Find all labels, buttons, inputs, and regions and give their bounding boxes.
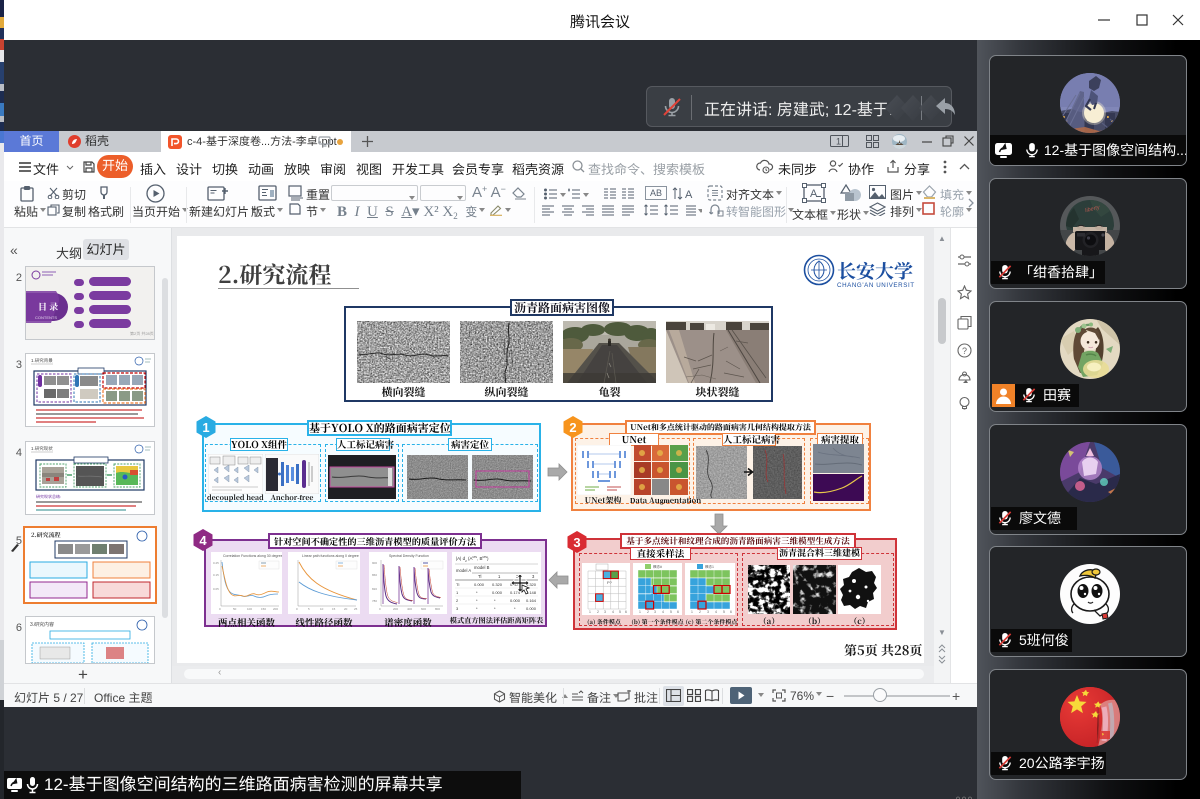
svg-text:模态#: 模态#: [653, 565, 662, 569]
svg-text:200: 200: [273, 607, 278, 611]
svg-text:2: 2: [647, 610, 649, 614]
svg-text:Linear path functions along 0: Linear path functions along 0 degree: [302, 554, 359, 558]
svg-text:model B: model B: [474, 565, 490, 570]
svg-text:0.000: 0.000: [474, 582, 485, 587]
svg-text:model A: model A: [456, 568, 471, 573]
svg-text:860: 860: [372, 573, 377, 577]
svg-text:6: 6: [730, 610, 732, 614]
svg-text:5: 5: [670, 610, 672, 614]
svg-text:6: 6: [625, 610, 627, 614]
svg-text:CHANG'AN UNIVERSITY: CHANG'AN UNIVERSITY: [837, 282, 915, 289]
svg-text:Tl: Tl: [478, 574, 482, 579]
svg-text:2: 2: [597, 610, 599, 614]
svg-text:400: 400: [407, 607, 412, 611]
svg-text:5: 5: [723, 610, 725, 614]
svg-text:100: 100: [247, 607, 252, 611]
svg-text:4: 4: [662, 610, 664, 614]
svg-text:目 录: 目 录: [38, 300, 58, 313]
svg-text:900: 900: [372, 561, 377, 565]
svg-text:0.000: 0.000: [510, 598, 521, 603]
svg-text:780: 780: [372, 599, 377, 603]
svg-text:1: 1: [202, 420, 209, 435]
svg-text:0.320: 0.320: [492, 582, 503, 587]
svg-text:1.研究现状: 1.研究现状: [31, 446, 53, 451]
svg-text:3.研究内容: 3.研究内容: [30, 621, 54, 628]
svg-text:0.05: 0.05: [213, 587, 219, 591]
svg-text:10: 10: [320, 607, 324, 611]
svg-text:5: 5: [619, 610, 621, 614]
svg-text:820: 820: [372, 587, 377, 591]
svg-text:200: 200: [393, 607, 398, 611]
svg-text:20: 20: [344, 607, 348, 611]
svg-text:CONTENTS: CONTENTS: [35, 315, 57, 320]
svg-text:A: A: [810, 188, 818, 200]
svg-text:4: 4: [715, 610, 717, 614]
svg-text:4: 4: [612, 610, 614, 614]
svg-text:2: 2: [699, 610, 701, 614]
svg-text:?: ?: [962, 346, 967, 356]
svg-text:0.25: 0.25: [213, 561, 219, 565]
svg-text:50: 50: [233, 607, 237, 611]
svg-text:0.000: 0.000: [526, 606, 537, 611]
svg-text:Tl: Tl: [456, 582, 459, 587]
svg-text:1: 1: [639, 610, 641, 614]
svg-text:25: 25: [354, 607, 358, 611]
svg-text:0.000: 0.000: [492, 590, 503, 595]
svg-text:0.164: 0.164: [526, 598, 537, 603]
svg-text:第2页 共28页: 第2页 共28页: [130, 331, 154, 336]
svg-text:长安大学: 长安大学: [837, 257, 913, 284]
svg-text:4: 4: [199, 533, 207, 548]
svg-text:研究现状总结:: 研究现状总结:: [36, 493, 61, 499]
svg-text:3: 3: [707, 610, 709, 614]
svg-text:Correlation Functions along 30: Correlation Functions along 30 degree: [223, 554, 282, 558]
svg-text:1: 1: [836, 137, 841, 147]
svg-text:150: 150: [261, 607, 266, 611]
svg-text:A: A: [685, 189, 693, 200]
svg-text:模态1: 模态1: [705, 565, 714, 569]
svg-text:600: 600: [421, 607, 426, 611]
svg-text:15: 15: [332, 607, 336, 611]
svg-text:3: 3: [604, 610, 606, 614]
svg-text:1: 1: [691, 610, 693, 614]
svg-text:2: 2: [569, 420, 576, 435]
svg-text:3: 3: [654, 610, 656, 614]
svg-text:1.研究背景: 1.研究背景: [31, 358, 53, 363]
svg-text:2.研究流程: 2.研究流程: [31, 530, 61, 539]
svg-text:P?: P?: [607, 580, 613, 585]
svg-text:1: 1: [589, 610, 591, 614]
svg-text:800: 800: [435, 607, 440, 611]
svg-text:6: 6: [677, 610, 679, 614]
svg-text:Spectral Density Function: Spectral Density Function: [389, 554, 429, 558]
svg-text:0.15: 0.15: [213, 573, 219, 577]
svg-text:3: 3: [573, 535, 580, 550]
